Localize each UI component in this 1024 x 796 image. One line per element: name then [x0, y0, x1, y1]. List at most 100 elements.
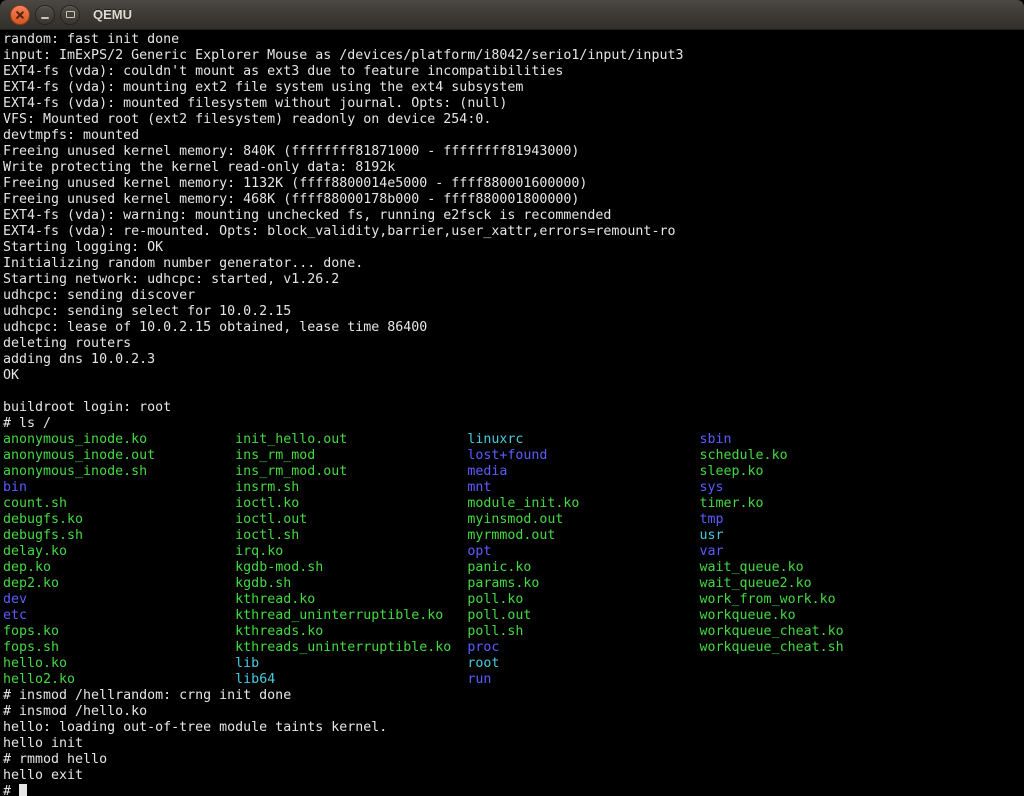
terminal-text: fops.ko — [3, 624, 235, 639]
maximize-icon — [66, 11, 75, 18]
terminal-text: wait_queue.ko — [700, 560, 804, 575]
terminal-text: count.sh — [3, 496, 235, 511]
terminal-text: debugfs.ko — [3, 512, 235, 527]
terminal-text: root — [467, 656, 499, 671]
terminal-text: fops.sh — [3, 640, 235, 655]
terminal-line: Freeing unused kernel memory: 468K (ffff… — [3, 192, 1024, 208]
terminal-text: hello2.ko — [3, 672, 235, 687]
terminal-text: # ls / — [3, 416, 51, 431]
terminal-line: Starting network: udhcpc: started, v1.26… — [3, 272, 1024, 288]
terminal-line: bin insrm.sh mnt sys — [3, 480, 1024, 496]
terminal-text: debugfs.sh — [3, 528, 235, 543]
terminal-cursor — [19, 784, 27, 796]
terminal-text: media — [467, 464, 699, 479]
terminal-text: work_from_work.ko — [700, 592, 836, 607]
minimize-button[interactable] — [35, 5, 55, 25]
terminal-line: # rmmod hello — [3, 752, 1024, 768]
terminal-line: dep.ko kgdb-mod.sh panic.ko wait_queue.k… — [3, 560, 1024, 576]
terminal-text: Freeing unused kernel memory: 1132K (fff… — [3, 176, 587, 191]
terminal-text: ioctl.sh — [235, 528, 467, 543]
terminal-text: sleep.ko — [700, 464, 764, 479]
terminal-text: udhcpc: lease of 10.0.2.15 obtained, lea… — [3, 320, 427, 335]
terminal-text: EXT4-fs (vda): re-mounted. Opts: block_v… — [3, 224, 675, 239]
terminal-text: wait_queue2.ko — [700, 576, 812, 591]
terminal-text: anonymous_inode.sh — [3, 464, 235, 479]
terminal-text: etc — [3, 608, 235, 623]
terminal-text: poll.ko — [467, 592, 699, 607]
terminal-output[interactable]: random: fast init doneinput: ImExPS/2 Ge… — [0, 30, 1024, 796]
terminal-line: anonymous_inode.out ins_rm_mod lost+foun… — [3, 448, 1024, 464]
terminal-text: hello: loading out-of-tree module taints… — [3, 720, 387, 735]
close-icon — [15, 10, 25, 20]
terminal-text: input: ImExPS/2 Generic Explorer Mouse a… — [3, 48, 683, 63]
terminal-line: hello.ko lib root — [3, 656, 1024, 672]
terminal-text: # — [3, 784, 19, 796]
terminal-text: params.ko — [467, 576, 699, 591]
terminal-text: lib64 — [235, 672, 467, 687]
terminal-text: myrmmod.out — [467, 528, 699, 543]
terminal-text: OK — [3, 368, 19, 383]
terminal-text: bin — [3, 480, 235, 495]
terminal-line — [3, 384, 1024, 400]
terminal-text: init_hello.out — [235, 432, 467, 447]
terminal-line: EXT4-fs (vda): couldn't mount as ext3 du… — [3, 64, 1024, 80]
terminal-text: ioctl.ko — [235, 496, 467, 511]
terminal-text: EXT4-fs (vda): mounting ext2 file system… — [3, 80, 523, 95]
close-button[interactable] — [10, 5, 30, 25]
window-controls — [10, 5, 80, 25]
terminal-text: ins_rm_mod — [235, 448, 467, 463]
terminal-line: VFS: Mounted root (ext2 filesystem) read… — [3, 112, 1024, 128]
terminal-text: Starting logging: OK — [3, 240, 163, 255]
terminal-text: poll.out — [467, 608, 699, 623]
terminal-text: random: fast init done — [3, 32, 179, 47]
terminal-line: adding dns 10.0.2.3 — [3, 352, 1024, 368]
terminal-text: sys — [700, 480, 724, 495]
terminal-line: EXT4-fs (vda): mounting ext2 file system… — [3, 80, 1024, 96]
terminal-text: Starting network: udhcpc: started, v1.26… — [3, 272, 339, 287]
terminal-text: lib — [235, 656, 467, 671]
terminal-line: hello2.ko lib64 run — [3, 672, 1024, 688]
terminal-line: debugfs.ko ioctl.out myinsmod.out tmp — [3, 512, 1024, 528]
terminal-line: fops.ko kthreads.ko poll.sh workqueue_ch… — [3, 624, 1024, 640]
terminal-text: var — [700, 544, 724, 559]
terminal-text: insrm.sh — [235, 480, 467, 495]
terminal-line: EXT4-fs (vda): re-mounted. Opts: block_v… — [3, 224, 1024, 240]
terminal-line: input: ImExPS/2 Generic Explorer Mouse a… — [3, 48, 1024, 64]
terminal-line: udhcpc: lease of 10.0.2.15 obtained, lea… — [3, 320, 1024, 336]
terminal-line: hello init — [3, 736, 1024, 752]
terminal-line: # — [3, 784, 1024, 796]
terminal-line: anonymous_inode.ko init_hello.out linuxr… — [3, 432, 1024, 448]
terminal-text: kthread_uninterruptible.ko — [235, 608, 467, 623]
terminal-text: EXT4-fs (vda): couldn't mount as ext3 du… — [3, 64, 563, 79]
terminal-text: kthreads_uninterruptible.ko — [235, 640, 467, 655]
terminal-text: # insmod /hellrandom: crng init done — [3, 688, 291, 703]
terminal-line: EXT4-fs (vda): mounted filesystem withou… — [3, 96, 1024, 112]
terminal-line: debugfs.sh ioctl.sh myrmmod.out usr — [3, 528, 1024, 544]
terminal-line: count.sh ioctl.ko module_init.ko timer.k… — [3, 496, 1024, 512]
titlebar[interactable]: QEMU — [0, 0, 1024, 30]
terminal-text: run — [467, 672, 491, 687]
terminal-text: tmp — [700, 512, 724, 527]
terminal-text: Initializing random number generator... … — [3, 256, 363, 271]
terminal-line: etc kthread_uninterruptible.ko poll.out … — [3, 608, 1024, 624]
terminal-line: # insmod /hellrandom: crng init done — [3, 688, 1024, 704]
terminal-text: delay.ko — [3, 544, 235, 559]
terminal-text: udhcpc: sending select for 10.0.2.15 — [3, 304, 291, 319]
terminal-text: workqueue.ko — [700, 608, 796, 623]
window-title: QEMU — [93, 7, 132, 22]
maximize-button[interactable] — [60, 5, 80, 25]
terminal-text: adding dns 10.0.2.3 — [3, 352, 155, 367]
terminal-line: dep2.ko kgdb.sh params.ko wait_queue2.ko — [3, 576, 1024, 592]
terminal-text: module_init.ko — [467, 496, 699, 511]
terminal-text: timer.ko — [700, 496, 764, 511]
terminal-text: # insmod /hello.ko — [3, 704, 147, 719]
terminal-text: usr — [700, 528, 724, 543]
terminal-line: random: fast init done — [3, 32, 1024, 48]
terminal-text: # rmmod hello — [3, 752, 107, 767]
terminal-text: kthreads.ko — [235, 624, 467, 639]
terminal-line: fops.sh kthreads_uninterruptible.ko proc… — [3, 640, 1024, 656]
terminal-line: EXT4-fs (vda): warning: mounting uncheck… — [3, 208, 1024, 224]
terminal-text: VFS: Mounted root (ext2 filesystem) read… — [3, 112, 491, 127]
terminal-text: kthread.ko — [235, 592, 467, 607]
terminal-text: hello init — [3, 736, 83, 751]
